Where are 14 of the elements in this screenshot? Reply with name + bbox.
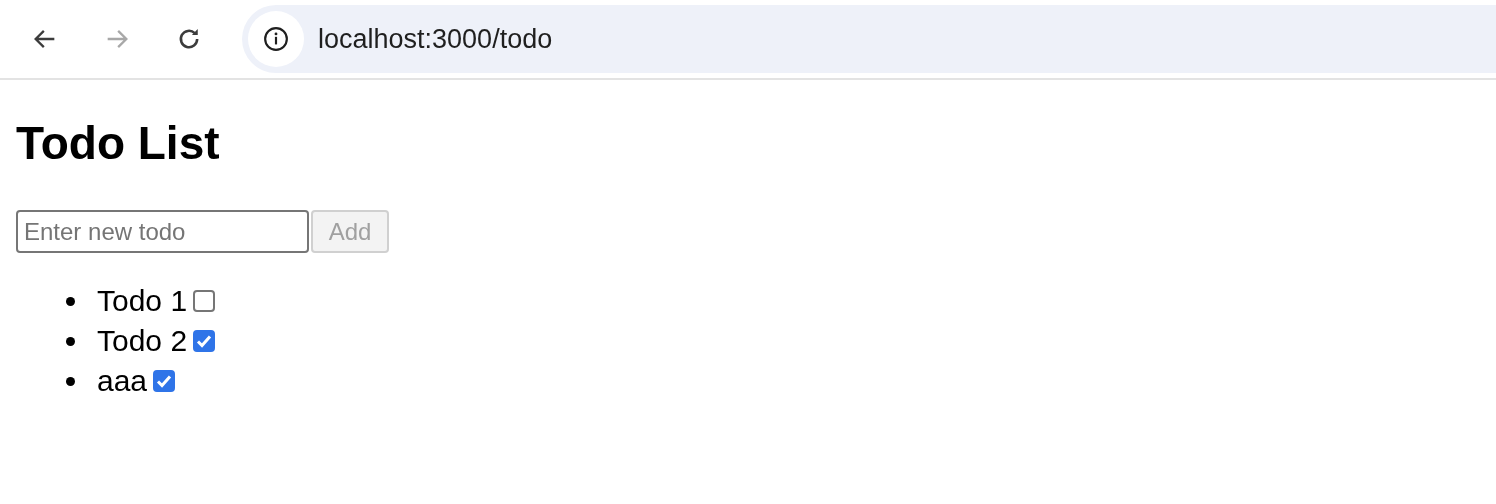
bullet-icon (66, 296, 75, 306)
address-bar[interactable]: localhost:3000/todo (242, 5, 1496, 73)
info-icon[interactable] (248, 11, 304, 67)
todo-input-field[interactable]: Enter new todo (16, 210, 309, 253)
todo-text: Todo 1 (97, 284, 188, 318)
url-text: localhost:3000/todo (318, 23, 553, 55)
todo-text: Todo 2 (97, 324, 188, 358)
todo-checkbox[interactable] (193, 290, 216, 312)
page-heading: Todo List (16, 116, 221, 171)
bullet-icon (66, 336, 75, 346)
todo-checkbox[interactable] (193, 330, 216, 352)
todo-text: aaa (97, 364, 148, 398)
bullet-icon (66, 376, 75, 386)
todo-checkbox[interactable] (153, 370, 176, 392)
